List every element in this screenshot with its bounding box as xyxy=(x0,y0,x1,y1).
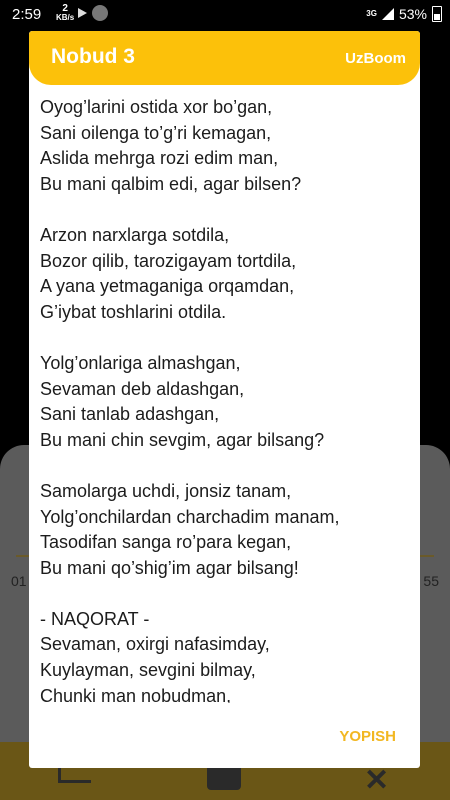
signal-icon xyxy=(381,8,394,20)
status-right: 3G 53% xyxy=(366,6,442,22)
status-time: 2:59 xyxy=(12,6,42,23)
dialog-title: Nobud 3 xyxy=(51,45,135,68)
close-button[interactable]: YOPISH xyxy=(339,728,396,745)
dialog-brand: UzBoom xyxy=(345,50,406,67)
lyrics-scroll-area[interactable]: Oyog’larini ostida xor bo’gan, Sani oile… xyxy=(40,95,410,703)
background-elapsed-time: 01 xyxy=(11,573,27,589)
battery-icon xyxy=(432,6,442,22)
background-total-time: 55 xyxy=(423,573,439,589)
app-notification-icon xyxy=(92,5,108,21)
status-bar: 2:59 2 KB/s 3G 53% xyxy=(0,0,450,30)
screen: 2:59 2 KB/s 3G 53% 01 55 ✕ Nobud 3 UzBoo… xyxy=(0,0,450,800)
play-store-icon xyxy=(78,8,87,18)
network-speed: 2 KB/s xyxy=(56,3,75,23)
network-speed-value: 2 xyxy=(62,3,68,14)
network-type: 3G xyxy=(366,9,377,18)
dialog-header: Nobud 3 UzBoom xyxy=(29,31,420,85)
lyrics-dialog: Nobud 3 UzBoom Oyog’larini ostida xor bo… xyxy=(29,31,420,768)
battery-percent: 53% xyxy=(398,6,427,22)
shuffle-icon: ✕ xyxy=(364,764,390,797)
lyrics-text: Oyog’larini ostida xor bo’gan, Sani oile… xyxy=(40,97,340,703)
network-speed-unit: KB/s xyxy=(56,13,75,22)
